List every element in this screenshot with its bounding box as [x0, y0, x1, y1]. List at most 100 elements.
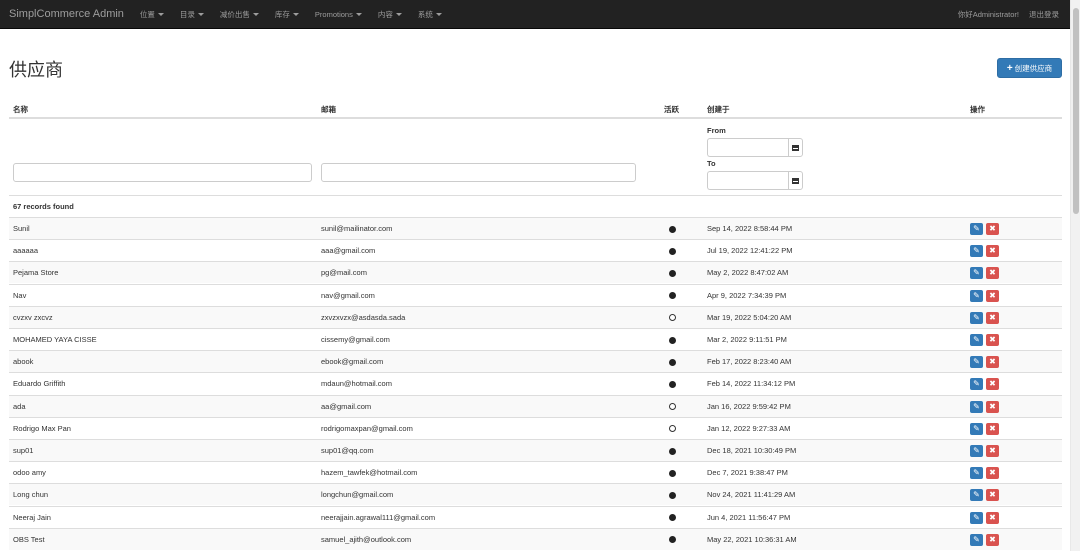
- edit-button[interactable]: ✎: [970, 334, 983, 346]
- close-icon: ✖: [989, 357, 996, 367]
- menu-label: 位置: [139, 9, 155, 19]
- caret-down-icon: [292, 13, 299, 17]
- logout-link[interactable]: 退出登录: [1024, 9, 1064, 20]
- vendor-email: cissemy@gmail.com: [321, 335, 390, 344]
- active-dot-icon: [668, 247, 676, 255]
- delete-button[interactable]: ✖: [986, 289, 999, 302]
- edit-button[interactable]: ✎: [970, 445, 983, 457]
- close-icon: ✖: [989, 512, 996, 522]
- vendor-name: ada: [13, 401, 26, 411]
- table-row: Nav nav@gmail.com Apr 9, 2022 7:34:39 PM ✎ ✖: [9, 283, 1062, 307]
- close-icon: ✖: [989, 468, 996, 478]
- close-icon: ✖: [989, 446, 996, 455]
- delete-button[interactable]: ✖: [986, 223, 999, 235]
- delete-button[interactable]: ✖: [986, 489, 999, 502]
- create-vendor-button[interactable]: + 创建供应商: [997, 58, 1062, 78]
- menu-location[interactable]: 位置: [132, 0, 172, 29]
- pencil-icon: ✎: [973, 379, 980, 389]
- vendor-name: MOHAMED YAYA CISSE: [13, 335, 97, 344]
- edit-button[interactable]: ✎: [970, 289, 983, 302]
- scrollbar-thumb[interactable]: [1073, 8, 1079, 214]
- edit-button[interactable]: ✎: [970, 378, 983, 391]
- calendar-icon: [792, 144, 799, 151]
- active-indicator: [667, 240, 677, 262]
- menu-system[interactable]: 系统: [410, 0, 450, 29]
- delete-button[interactable]: ✖: [986, 467, 999, 480]
- vendor-email: ebook@gmail.com: [321, 357, 384, 367]
- edit-button[interactable]: ✎: [970, 223, 983, 235]
- vendor-email: nav@gmail.com: [321, 290, 375, 300]
- to-date-picker: [707, 171, 803, 190]
- from-date-input[interactable]: [707, 138, 788, 157]
- caret-down-icon: [395, 13, 402, 17]
- brand-link[interactable]: SimplCommerce Admin: [0, 8, 132, 20]
- records-count: 67 records found: [13, 202, 74, 211]
- menu-catalog[interactable]: 目录: [172, 0, 212, 29]
- edit-button[interactable]: ✎: [970, 400, 983, 413]
- row-actions: ✎ ✖: [970, 351, 999, 373]
- column-header-name[interactable]: 名称: [13, 104, 28, 115]
- delete-button[interactable]: ✖: [986, 511, 999, 524]
- vendor-email: hazem_tawfek@hotmail.com: [321, 468, 418, 478]
- delete-button[interactable]: ✖: [986, 334, 999, 346]
- edit-button[interactable]: ✎: [970, 489, 983, 502]
- delete-button[interactable]: ✖: [986, 422, 999, 435]
- edit-button[interactable]: ✎: [970, 533, 983, 546]
- name-filter-input[interactable]: [13, 163, 312, 182]
- created-date: Apr 9, 2022 7:34:39 PM: [707, 290, 787, 300]
- page-scrollbar[interactable]: [1070, 0, 1080, 551]
- delete-button[interactable]: ✖: [986, 267, 999, 280]
- created-date: Dec 18, 2021 10:30:49 PM: [707, 446, 797, 455]
- edit-button[interactable]: ✎: [970, 467, 983, 480]
- edit-button[interactable]: ✎: [970, 311, 983, 324]
- pencil-icon: ✎: [973, 512, 980, 522]
- column-header-created[interactable]: 创建于: [707, 104, 730, 115]
- active-dot-icon: [668, 447, 676, 455]
- column-header-active[interactable]: 活跃: [664, 104, 679, 115]
- delete-button[interactable]: ✖: [986, 533, 999, 546]
- menu-label: 系统: [417, 9, 433, 19]
- row-actions: ✎ ✖: [970, 285, 999, 307]
- menu-sales[interactable]: 减价出售: [212, 0, 267, 29]
- delete-button[interactable]: ✖: [986, 245, 999, 258]
- to-calendar-button[interactable]: [788, 171, 803, 190]
- active-indicator: [667, 218, 677, 240]
- edit-button[interactable]: ✎: [970, 245, 983, 258]
- edit-button[interactable]: ✎: [970, 356, 983, 369]
- active-dot-icon: [668, 225, 676, 233]
- user-greeting-link[interactable]: 你好Administrator!: [953, 9, 1024, 20]
- column-header-email[interactable]: 邮箱: [321, 104, 336, 115]
- create-vendor-label: 创建供应商: [1014, 63, 1053, 73]
- active-indicator: [667, 351, 677, 373]
- delete-button[interactable]: ✖: [986, 311, 999, 324]
- active-indicator: [667, 396, 677, 418]
- edit-button[interactable]: ✎: [970, 267, 983, 280]
- to-date-input[interactable]: [707, 171, 788, 190]
- filter-divider: [9, 195, 1062, 196]
- delete-button[interactable]: ✖: [986, 378, 999, 391]
- table-row: Rodrigo Max Pan rodrigomaxpan@gmail.com Ja…: [9, 416, 1062, 440]
- email-filter-input[interactable]: [321, 163, 636, 182]
- row-actions: ✎ ✖: [970, 418, 999, 440]
- delete-button[interactable]: ✖: [986, 445, 999, 457]
- close-icon: ✖: [989, 534, 996, 544]
- to-label: To: [707, 159, 716, 168]
- from-calendar-button[interactable]: [788, 138, 803, 157]
- from-label: From: [707, 126, 726, 135]
- menu-inventory[interactable]: 库存: [267, 0, 307, 29]
- vendor-name: abook: [13, 357, 34, 367]
- table-row: abook ebook@gmail.com Feb 17, 2022 8:23:40…: [9, 350, 1062, 373]
- table-row: Pejama Store pg@mail.com May 2, 2022 8:47:…: [9, 261, 1062, 284]
- menu-content[interactable]: 内容: [370, 0, 410, 29]
- row-actions: ✎ ✖: [970, 484, 999, 506]
- created-date: Feb 17, 2022 8:23:40 AM: [707, 357, 792, 367]
- vendor-email: longchun@gmail.com: [321, 490, 394, 500]
- row-actions: ✎ ✖: [970, 262, 999, 284]
- delete-button[interactable]: ✖: [986, 356, 999, 369]
- delete-button[interactable]: ✖: [986, 400, 999, 413]
- caret-down-icon: [197, 13, 204, 17]
- menu-promotions[interactable]: Promotions: [307, 0, 370, 29]
- edit-button[interactable]: ✎: [970, 511, 983, 524]
- row-actions: ✎ ✖: [970, 307, 999, 329]
- edit-button[interactable]: ✎: [970, 422, 983, 435]
